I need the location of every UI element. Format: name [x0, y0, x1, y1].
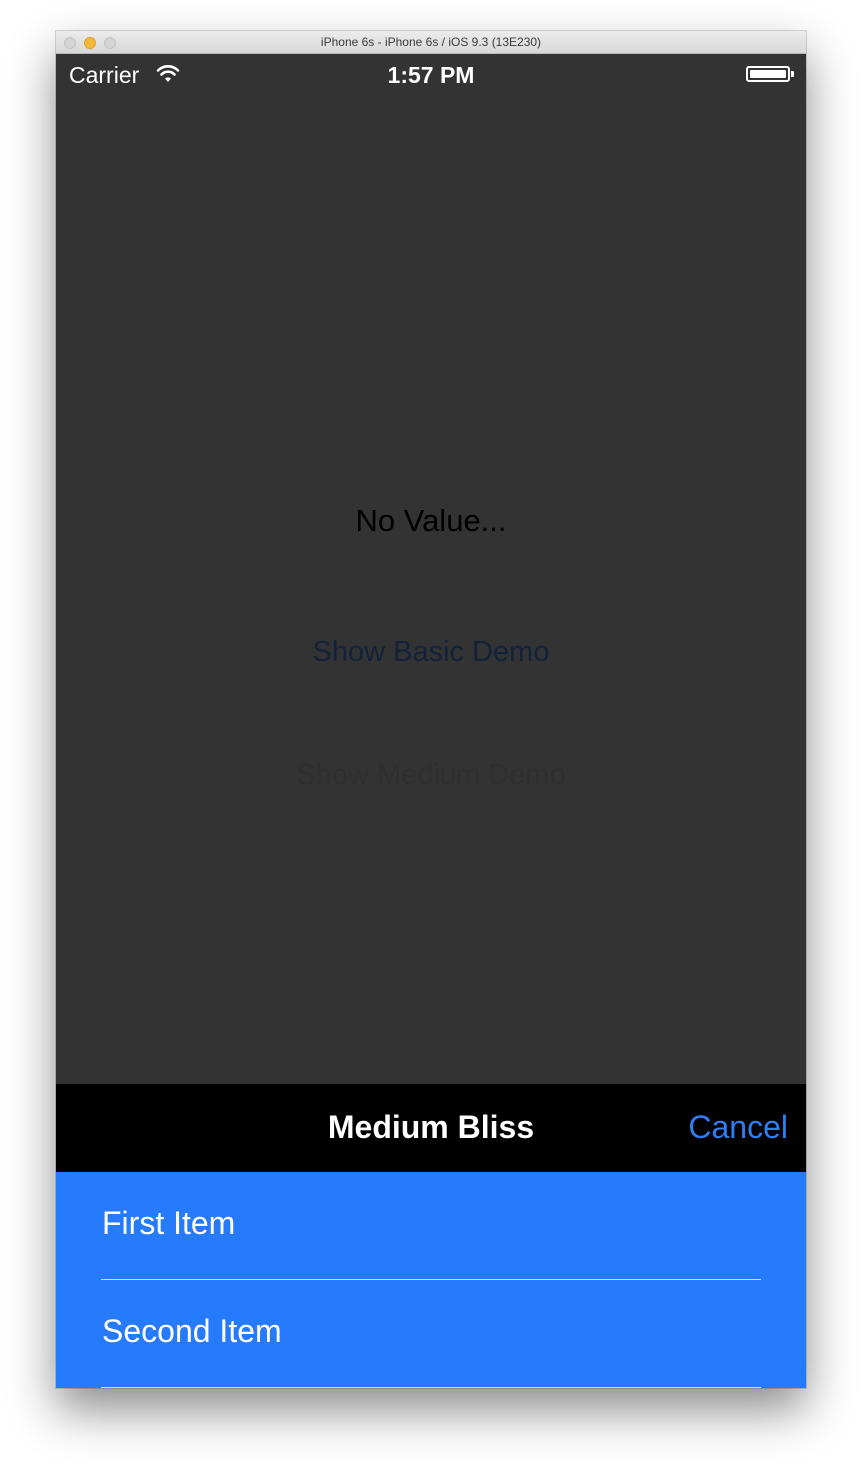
window-title: iPhone 6s - iPhone 6s / iOS 9.3 (13E230) — [320, 35, 542, 49]
list-separator — [101, 1387, 761, 1388]
status-bar: Carrier 1:57 PM — [56, 54, 806, 94]
list-item-label: Second Item — [102, 1313, 282, 1349]
list-item-second[interactable]: Second Item — [56, 1280, 806, 1388]
status-time: 1:57 PM — [387, 62, 475, 88]
show-medium-demo-button[interactable]: Show Medium Demo — [56, 759, 806, 792]
cancel-button[interactable]: Cancel — [688, 1109, 788, 1146]
window-titlebar: iPhone 6s - iPhone 6s / iOS 9.3 (13E230) — [56, 31, 806, 54]
list-item-first[interactable]: First Item — [56, 1172, 806, 1280]
show-basic-demo-button[interactable]: Show Basic Demo — [56, 636, 806, 669]
sheet-header: Medium Bliss Cancel — [56, 1084, 806, 1172]
list-item-label: First Item — [102, 1205, 236, 1241]
battery-icon — [746, 66, 790, 82]
simulator-window: iPhone 6s - iPhone 6s / iOS 9.3 (13E230)… — [56, 31, 806, 1388]
value-label: No Value... — [355, 503, 507, 538]
battery-tip — [791, 71, 794, 77]
sheet-list: First Item Second Item — [56, 1172, 806, 1388]
